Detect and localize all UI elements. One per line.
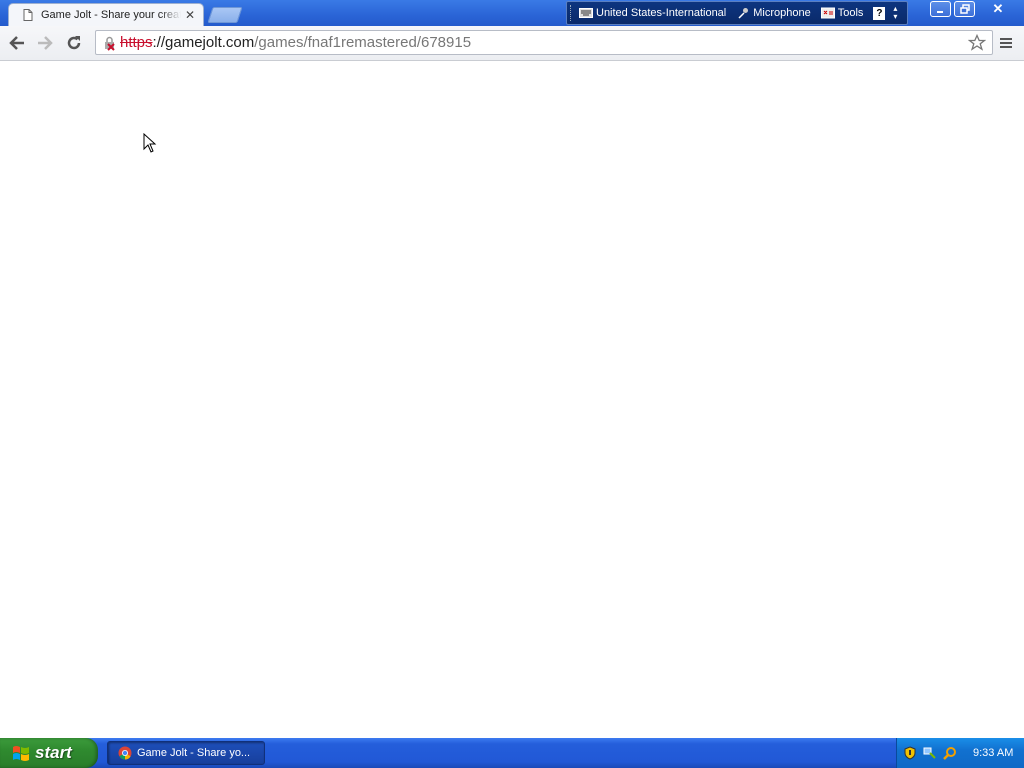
new-tab-button[interactable] [207, 7, 243, 23]
network-icon[interactable] [923, 746, 937, 760]
url-path: /games/fnaf1remastered/678915 [254, 34, 472, 51]
url-host: ://gamejolt.com [152, 34, 255, 51]
windows-logo-icon [13, 746, 29, 761]
system-tray: 9:33 AM [896, 738, 1024, 768]
keyboard-icon [579, 7, 593, 19]
language-bar-grip[interactable] [570, 5, 575, 21]
mouse-cursor-icon [143, 133, 157, 153]
taskbar-item-label: Game Jolt - Share yo... [137, 747, 251, 759]
close-tab-icon[interactable]: ✕ [185, 8, 195, 22]
search-icon[interactable] [943, 746, 957, 760]
window-title-bar: Game Jolt - Share your creations ✕ Unite… [0, 0, 1024, 26]
forward-arrow-icon [38, 36, 53, 50]
language-label: United States-International [596, 7, 727, 19]
microphone-icon [736, 7, 750, 19]
language-bar: United States-International Microphone T… [566, 1, 908, 25]
insecure-lock-icon[interactable] [102, 35, 118, 51]
taskbar-item-browser[interactable]: Game Jolt - Share yo... [107, 741, 265, 765]
close-window-button[interactable]: ✕ [986, 1, 1010, 17]
reload-icon [67, 36, 81, 50]
start-label: start [35, 743, 72, 762]
clock: 9:33 AM [973, 747, 1014, 759]
microphone-button[interactable]: Microphone [736, 7, 811, 19]
tools-label: Tools [837, 7, 864, 19]
reload-button[interactable] [64, 33, 84, 53]
browser-tab[interactable]: Game Jolt - Share your creations ✕ [8, 3, 204, 26]
security-shield-icon[interactable] [903, 746, 917, 760]
address-bar[interactable]: https://gamejolt.com/games/fnaf1remaster… [95, 30, 993, 55]
browser-toolbar: https://gamejolt.com/games/fnaf1remaster… [0, 26, 1024, 61]
back-button[interactable] [7, 33, 27, 53]
page-icon [23, 9, 33, 21]
menu-icon[interactable] [998, 35, 1014, 51]
chrome-icon [118, 746, 132, 760]
tab-title: Game Jolt - Share your creations [41, 9, 181, 21]
minimize-button[interactable] [930, 1, 951, 17]
restore-button[interactable] [954, 1, 975, 17]
help-icon[interactable]: ? [873, 6, 886, 20]
page-content[interactable] [0, 61, 1024, 738]
microphone-label: Microphone [753, 7, 811, 19]
start-button[interactable]: start [0, 738, 98, 768]
tools-icon [820, 7, 835, 19]
language-selector[interactable]: United States-International [579, 7, 726, 19]
forward-button[interactable] [35, 33, 55, 53]
bookmark-star-icon[interactable] [968, 34, 986, 52]
tools-button[interactable]: Tools [820, 7, 864, 19]
back-arrow-icon [9, 36, 24, 50]
taskbar: start Game Jolt - Share yo... 9:33 AM [0, 738, 1024, 768]
url-scheme: https [120, 34, 153, 51]
language-bar-options-icon[interactable]: ▴ ▾ [893, 5, 897, 21]
